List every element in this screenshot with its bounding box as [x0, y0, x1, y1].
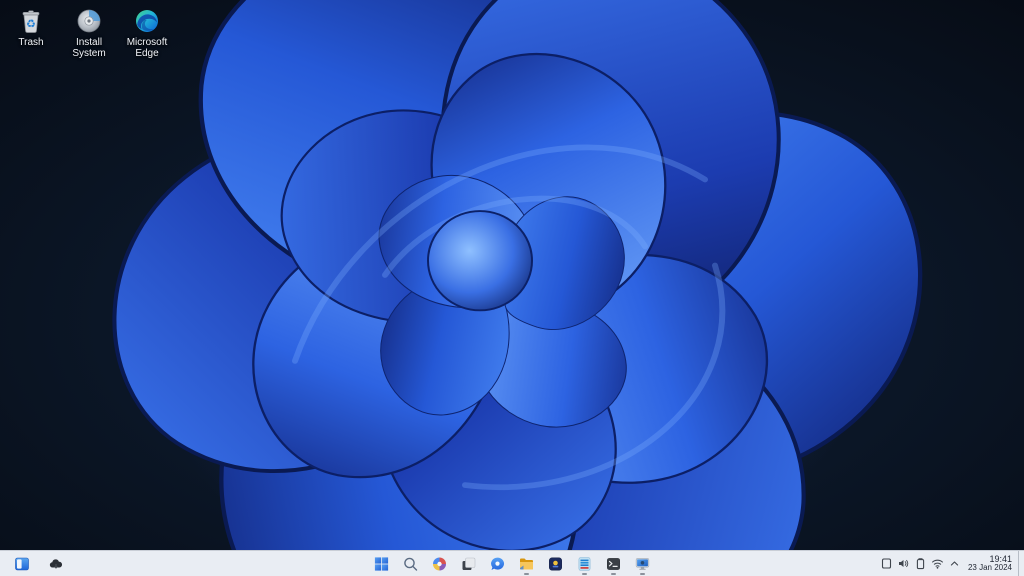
trash-icon: ♻ — [18, 8, 44, 34]
clock[interactable]: 19:41 23 Jan 2024 — [967, 554, 1012, 573]
desktop: ♻ Trash Install System Microsoft Edge — [0, 0, 1024, 550]
terminal-icon[interactable] — [604, 552, 624, 576]
edge-icon — [134, 8, 160, 34]
desktop-icon-install-system[interactable]: Install System — [62, 6, 116, 61]
clock-date: 23 Jan 2024 — [967, 563, 1012, 573]
running-indicator — [611, 572, 616, 575]
store-icon[interactable] — [546, 552, 566, 576]
chat-icon[interactable] — [488, 552, 508, 576]
running-indicator — [582, 572, 587, 575]
volume-icon[interactable] — [895, 552, 912, 576]
widgets-icon[interactable] — [430, 552, 450, 576]
desktop-icon-label: Install System — [72, 37, 106, 59]
cloud-sync-icon[interactable] — [46, 552, 66, 576]
desktop-icon-trash[interactable]: ♻ Trash — [4, 6, 58, 61]
window-tray-icon[interactable] — [878, 552, 895, 576]
file-explorer-icon[interactable] — [517, 552, 537, 576]
taskbar: 19:41 23 Jan 2024 — [0, 550, 1024, 576]
taskbar-center — [372, 551, 653, 576]
panel-toggle-icon[interactable] — [12, 552, 32, 576]
software-center-icon[interactable] — [575, 552, 595, 576]
show-desktop-button[interactable] — [1018, 551, 1024, 576]
bloom-wallpaper — [0, 0, 1024, 550]
desktop-icon-label: Microsoft Edge — [126, 37, 168, 59]
chevron-up-icon[interactable] — [946, 552, 963, 576]
desktop-icon-microsoft-edge[interactable]: Microsoft Edge — [120, 6, 174, 61]
install-disc-icon — [76, 8, 102, 34]
start-button[interactable] — [372, 552, 392, 576]
taskbar-left — [12, 552, 66, 576]
task-view-icon[interactable] — [459, 552, 479, 576]
battery-icon[interactable] — [912, 552, 929, 576]
search-icon[interactable] — [401, 552, 421, 576]
svg-text:♻: ♻ — [26, 18, 36, 30]
wifi-icon[interactable] — [929, 552, 946, 576]
display-settings-icon[interactable] — [633, 552, 653, 576]
running-indicator — [640, 572, 645, 575]
desktop-icon-label: Trash — [18, 37, 44, 48]
desktop-icon-grid: ♻ Trash Install System Microsoft Edge — [4, 6, 174, 61]
running-indicator — [524, 572, 529, 575]
taskbar-right: 19:41 23 Jan 2024 — [878, 551, 1024, 576]
